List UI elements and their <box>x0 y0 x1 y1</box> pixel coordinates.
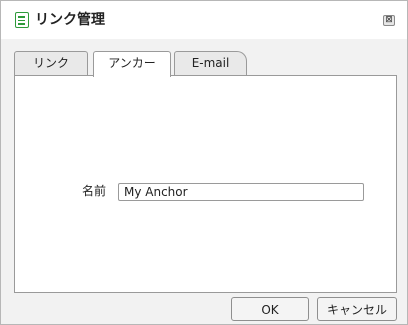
dialog-titlebar: リンク管理 ⊠ <box>1 1 407 39</box>
tab-panel: 名前 <box>14 75 397 293</box>
document-list-icon <box>15 12 29 28</box>
tab-anchor[interactable]: アンカー <box>93 51 171 77</box>
tab-email[interactable]: E-mail <box>174 51 247 75</box>
dialog-title: リンク管理 <box>35 12 105 28</box>
name-label: 名前 <box>82 184 107 198</box>
anchor-name-input[interactable] <box>118 183 364 201</box>
cancel-button[interactable]: キャンセル <box>317 297 397 321</box>
close-icon[interactable]: ⊠ <box>383 15 395 26</box>
link-manager-dialog: リンク管理 ⊠ リンク E-mail アンカー 名前 OK キャンセル <box>0 0 408 325</box>
tab-strip: リンク E-mail アンカー <box>14 51 396 77</box>
tab-link[interactable]: リンク <box>14 51 88 75</box>
ok-button[interactable]: OK <box>231 297 309 321</box>
